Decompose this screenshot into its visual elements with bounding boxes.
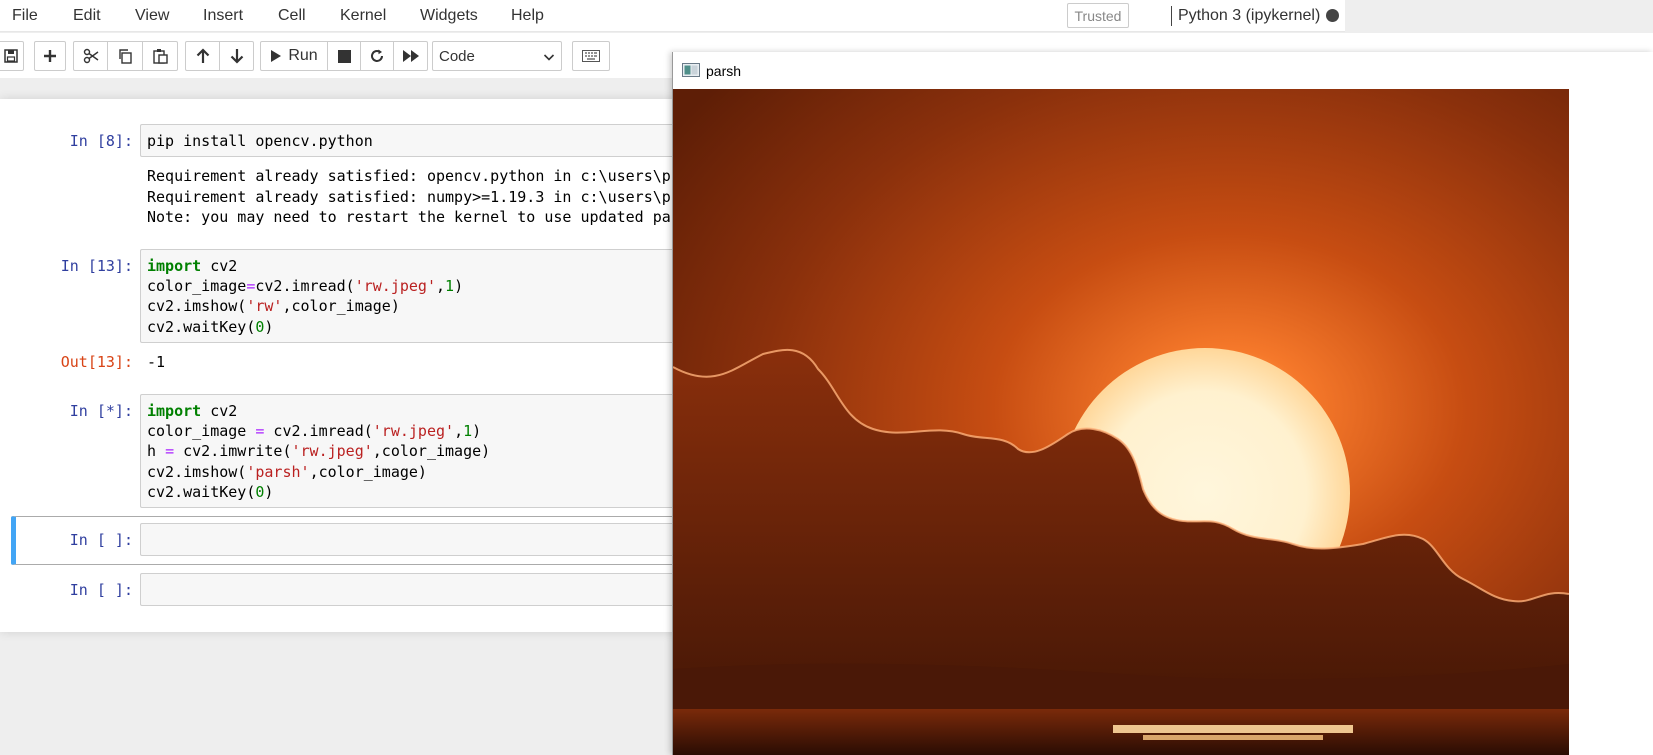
sunset-image (673, 89, 1569, 755)
code-line: import cv2 (147, 402, 238, 420)
plus-icon (44, 50, 56, 62)
menu-cell[interactable]: Cell (278, 7, 306, 25)
cell-type-value: Code (439, 47, 475, 65)
output-prompt: Out[13]: (60, 353, 133, 371)
cell-type-select[interactable]: Code (432, 41, 562, 71)
input-prompt: In [*]: (69, 402, 133, 420)
menu-insert[interactable]: Insert (203, 7, 243, 25)
code-line: cv2.imshow('parsh',color_image) (147, 463, 427, 481)
code-cell-input[interactable] (140, 573, 700, 606)
code-cell-input[interactable] (140, 523, 700, 556)
run-label: Run (288, 47, 318, 64)
menu-kernel[interactable]: Kernel (340, 7, 386, 25)
output-line: Requirement already satisfied: numpy>=1.… (147, 188, 671, 206)
code-line: cv2.waitKey(0) (147, 483, 274, 501)
code-line: cv2.waitKey(0) (147, 318, 274, 336)
code-line: import cv2 (147, 257, 238, 275)
arrow-up-icon (196, 48, 209, 63)
code-line: color_image = cv2.imread('rw.jpeg',1) (147, 422, 482, 440)
sun-reflection (1113, 725, 1353, 733)
kernel-status-icon (1326, 9, 1339, 22)
stop-icon (337, 49, 351, 63)
kernel-name[interactable]: Python 3 (ipykernel) (1178, 7, 1320, 25)
keyboard-icon (582, 50, 600, 62)
cut-button[interactable] (73, 41, 108, 71)
code-line: pip install opencv.python (147, 132, 373, 150)
restart-button[interactable] (360, 41, 394, 71)
save-button[interactable] (0, 41, 24, 71)
cut-icon (83, 48, 98, 64)
menu-view[interactable]: View (135, 7, 169, 25)
move-up-button[interactable] (185, 41, 220, 71)
arrow-down-icon (230, 49, 243, 64)
output-value: -1 (147, 353, 166, 371)
window-titlebar[interactable]: parsh (673, 52, 1653, 89)
input-prompt: In [8]: (69, 132, 133, 150)
trusted-indicator[interactable]: Trusted (1067, 3, 1129, 28)
insert-cell-button[interactable] (34, 41, 66, 71)
command-palette-button[interactable] (572, 41, 610, 71)
input-prompt: In [13]: (60, 257, 133, 275)
paste-icon (153, 49, 168, 64)
copy-icon (119, 49, 132, 64)
paste-button[interactable] (142, 41, 178, 71)
input-prompt: In [ ]: (69, 531, 133, 549)
interrupt-button[interactable] (327, 41, 361, 71)
restart-icon (371, 49, 383, 62)
menu-bar: File Edit View Insert Cell Kernel Widget… (0, 0, 1345, 32)
window-app-icon (682, 63, 700, 77)
run-button[interactable]: Run (260, 41, 328, 71)
menu-file[interactable]: File (12, 7, 38, 25)
code-line: cv2.imshow('rw',color_image) (147, 297, 400, 315)
chevron-down-icon (543, 54, 555, 61)
output-line: Note: you may need to restart the kernel… (147, 208, 671, 226)
menu-help[interactable]: Help (511, 7, 544, 25)
run-icon (271, 50, 282, 62)
code-line: h = cv2.imwrite('rw.jpeg',color_image) (147, 442, 491, 460)
kernel-divider (1171, 6, 1172, 26)
code-line: color_image=cv2.imread('rw.jpeg',1) (147, 277, 464, 295)
menu-widgets[interactable]: Widgets (420, 7, 478, 25)
output-line: Requirement already satisfied: opencv.py… (147, 167, 671, 185)
copy-button[interactable] (107, 41, 143, 71)
input-prompt: In [ ]: (69, 581, 133, 599)
restart-run-all-button[interactable] (393, 41, 428, 71)
window-title: parsh (706, 63, 742, 79)
menu-edit[interactable]: Edit (73, 7, 101, 25)
save-icon (4, 49, 18, 63)
fast-forward-icon (402, 50, 419, 62)
sun-reflection (1143, 735, 1323, 740)
image-window[interactable]: parsh (672, 52, 1653, 755)
move-down-button[interactable] (219, 41, 254, 71)
